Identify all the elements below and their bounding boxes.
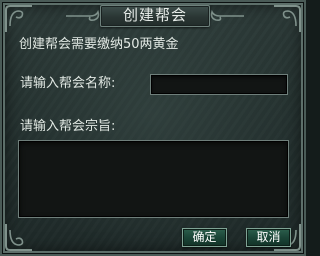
title-wing-ornament-icon [208,9,244,23]
guild-purpose-input[interactable] [18,140,289,218]
guild-name-input[interactable] [150,74,288,95]
dialog-title: 创建帮会 [100,5,210,27]
confirm-button[interactable]: 确定 [182,228,227,247]
title-wing-ornament-icon [66,9,102,23]
corner-ornament-icon [4,222,34,252]
cancel-button[interactable]: 取消 [246,228,291,247]
corner-ornament-icon [272,4,302,34]
create-guild-dialog: 创建帮会 创建帮会需要缴纳50两黄金 请输入帮会名称: 请输入帮会宗旨: 确定 … [0,0,306,256]
guild-purpose-label: 请输入帮会宗旨: [20,119,116,134]
fee-notice: 创建帮会需要缴纳50两黄金 [19,37,179,52]
corner-ornament-icon [4,4,34,34]
guild-name-label: 请输入帮会名称: [20,76,116,91]
